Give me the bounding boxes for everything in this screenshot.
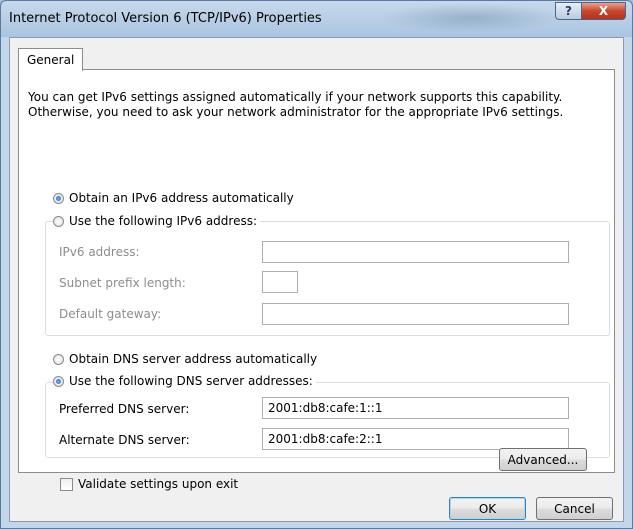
subnet-prefix-length-input[interactable] [262,271,298,293]
radio-obtain-ipv6-auto-label: Obtain an IPv6 address automatically [69,191,294,205]
checkbox-icon [60,477,73,491]
title-buttons: ? X [555,2,626,20]
general-tab-panel: You can get IPv6 settings assigned autom… [18,69,615,491]
dialog-client-area: General You can get IPv6 settings assign… [9,37,624,522]
radio-obtain-dns-auto[interactable]: Obtain DNS server address automatically [53,352,321,366]
help-button[interactable]: ? [555,2,582,20]
radio-use-dns-addresses-label: Use the following DNS server addresses: [69,374,313,388]
tab-general[interactable]: General [18,48,84,71]
alternate-dns-input[interactable]: 2001:db8:cafe:2::1 [262,428,569,450]
default-gateway-label: Default gateway: [59,307,162,321]
ipv6-address-input[interactable] [262,241,569,263]
radio-button-icon [53,375,64,387]
radio-button-icon [53,353,64,365]
radio-use-dns-addresses[interactable]: Use the following DNS server addresses: [53,374,316,388]
subnet-prefix-length-label: Subnet prefix length: [59,276,186,290]
radio-obtain-dns-auto-label: Obtain DNS server address automatically [69,352,318,366]
tab-general-label: General [27,53,75,67]
default-gateway-input[interactable] [262,303,569,325]
preferred-dns-input[interactable]: 2001:db8:cafe:1::1 [262,397,569,419]
title-bar-decoration [381,3,561,33]
help-icon: ? [565,4,572,18]
validate-settings-label: Validate settings upon exit [78,477,239,491]
intro-text: You can get IPv6 settings assigned autom… [28,90,564,119]
ok-button[interactable]: OK [449,497,526,520]
window-title: Internet Protocol Version 6 (TCP/IPv6) P… [9,11,322,26]
alternate-dns-label: Alternate DNS server: [59,433,190,447]
close-icon: X [598,4,609,18]
dialog-window: Internet Protocol Version 6 (TCP/IPv6) P… [0,0,633,529]
preferred-dns-label: Preferred DNS server: [59,402,190,416]
radio-use-ipv6-address-label: Use the following IPv6 address: [69,214,258,228]
advanced-button[interactable]: Advanced... [499,448,587,471]
title-bar[interactable]: Internet Protocol Version 6 (TCP/IPv6) P… [1,1,632,37]
cancel-button[interactable]: Cancel [536,497,613,520]
radio-button-icon [53,215,64,227]
radio-obtain-ipv6-auto[interactable]: Obtain an IPv6 address automatically [53,191,297,205]
ipv6-address-label: IPv6 address: [59,245,140,259]
radio-use-ipv6-address[interactable]: Use the following IPv6 address: [53,214,261,228]
close-button[interactable]: X [582,2,626,20]
radio-button-icon [53,192,64,204]
validate-settings-checkbox[interactable]: Validate settings upon exit [60,477,238,491]
